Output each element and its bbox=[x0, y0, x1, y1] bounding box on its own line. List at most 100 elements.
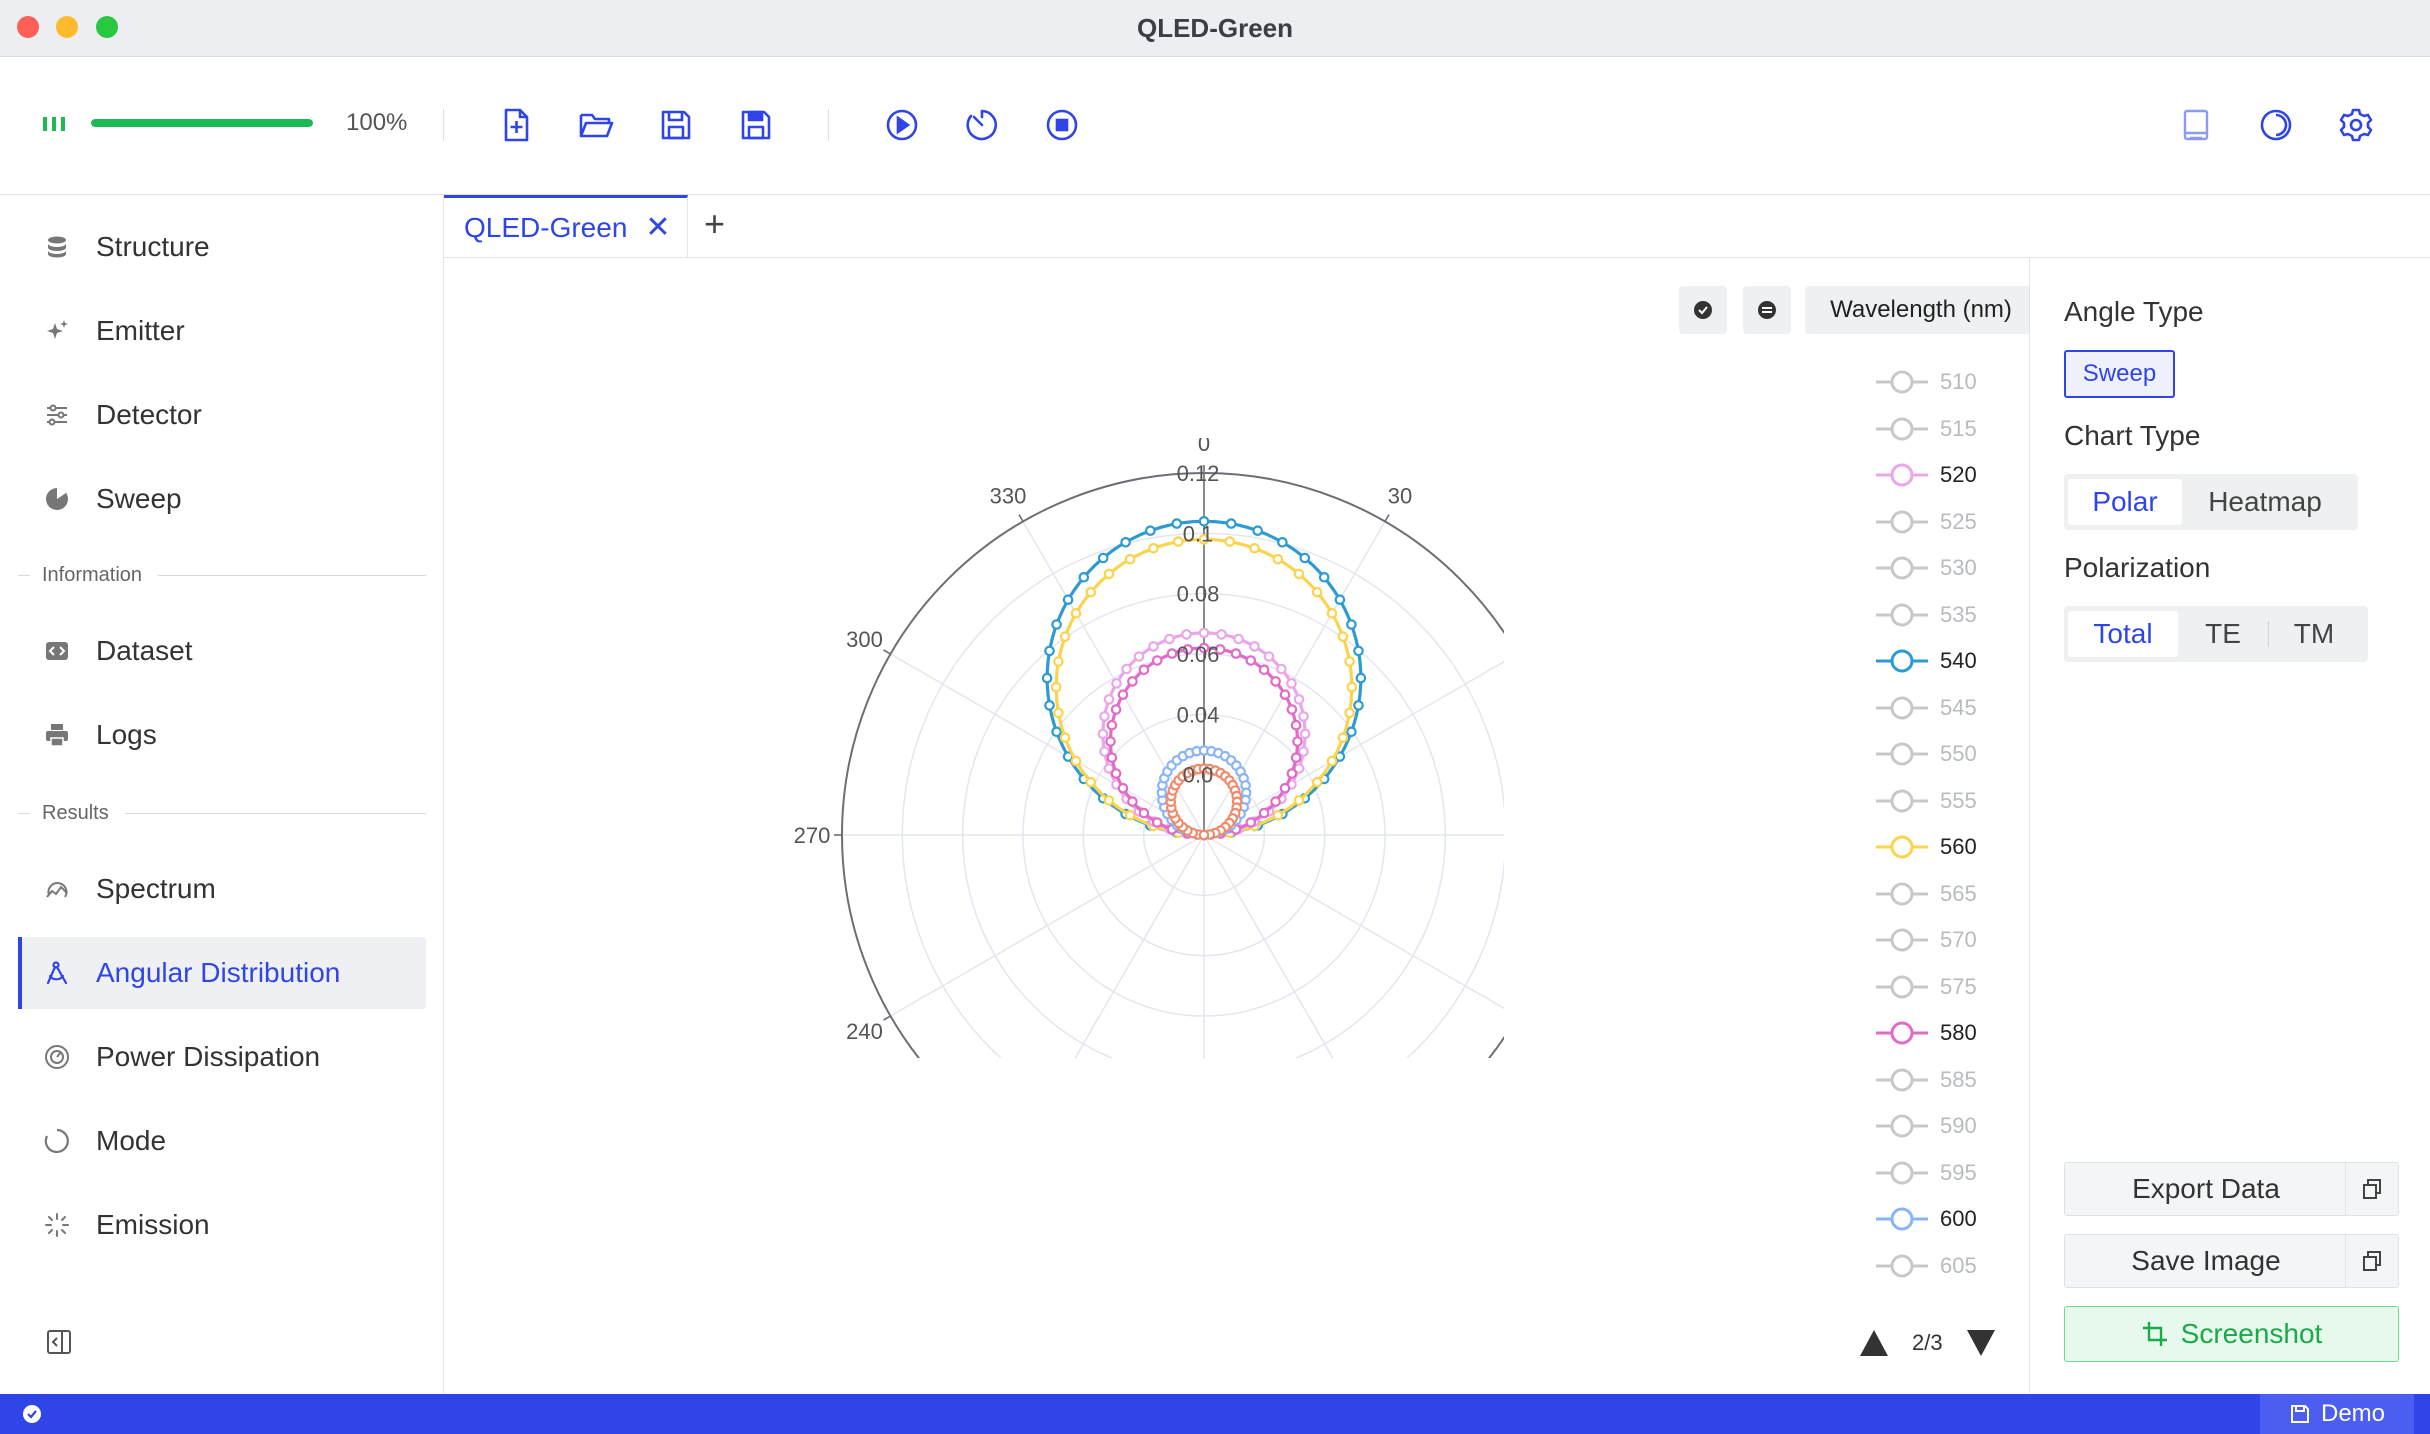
title-bar: QLED-Green bbox=[0, 0, 2430, 57]
tab-qled-green[interactable]: QLED-Green ✕ bbox=[444, 195, 688, 257]
save-image-label[interactable]: Save Image bbox=[2065, 1235, 2347, 1287]
sidebar-item-angular-distribution[interactable]: Angular Distribution bbox=[18, 937, 426, 1009]
sidebar-item-mode[interactable]: Mode bbox=[18, 1105, 426, 1177]
legend-item[interactable]: 555 bbox=[1874, 781, 2024, 821]
book-icon[interactable] bbox=[2176, 105, 2216, 145]
sidebar-item-detector[interactable]: Detector bbox=[18, 379, 426, 451]
polarization-te[interactable]: TE bbox=[2178, 611, 2268, 657]
group-results-label: Results bbox=[42, 801, 109, 824]
sidebar-item-dataset[interactable]: Dataset bbox=[18, 615, 426, 687]
copy-icon[interactable] bbox=[2345, 1235, 2398, 1287]
legend-item[interactable]: 560 bbox=[1874, 827, 2024, 867]
series-point bbox=[1258, 664, 1270, 676]
series-point bbox=[1198, 829, 1210, 841]
series-point bbox=[1050, 681, 1062, 693]
invert-selection-button[interactable] bbox=[1743, 286, 1791, 334]
series-point bbox=[1299, 728, 1311, 740]
legend-item-label: 560 bbox=[1940, 834, 1977, 859]
legend-item[interactable]: 510 bbox=[1874, 362, 2024, 402]
series-point bbox=[1151, 817, 1163, 828]
series-point bbox=[1326, 608, 1338, 619]
wavelength-toggle[interactable]: Wavelength (nm) bbox=[1805, 286, 2037, 334]
series-point bbox=[1252, 525, 1263, 536]
collapse-sidebar-icon[interactable] bbox=[44, 1327, 74, 1357]
series-point bbox=[1245, 655, 1257, 666]
save-icon[interactable] bbox=[656, 105, 696, 145]
tab-close-icon[interactable]: ✕ bbox=[645, 210, 670, 245]
open-folder-icon[interactable] bbox=[576, 105, 616, 145]
sidebar-item-spectrum[interactable]: Spectrum bbox=[18, 853, 426, 925]
sidebar-item-label: Power Dissipation bbox=[96, 1041, 321, 1072]
angle-type-sweep-button[interactable]: Sweep bbox=[2064, 350, 2175, 398]
sidebar-item-structure[interactable]: Structure bbox=[18, 211, 426, 283]
page-up-icon[interactable] bbox=[1858, 1328, 1890, 1358]
new-file-icon[interactable] bbox=[496, 105, 536, 145]
polarization-total[interactable]: Total bbox=[2068, 611, 2178, 657]
add-tab-button[interactable]: + bbox=[704, 203, 725, 245]
series-point bbox=[1110, 704, 1122, 715]
legend-item[interactable]: 550 bbox=[1874, 734, 2024, 774]
legend-item[interactable]: 525 bbox=[1874, 502, 2024, 542]
save-as-icon[interactable] bbox=[736, 105, 776, 145]
legend-item[interactable]: 515 bbox=[1874, 409, 2024, 449]
series-point bbox=[1298, 711, 1309, 722]
sidebar-item-label: Detector bbox=[96, 399, 202, 430]
polarization-segment: Total TE TM bbox=[2064, 606, 2368, 662]
legend-item[interactable]: 545 bbox=[1874, 688, 2024, 728]
chart-type-segment: Polar Heatmap bbox=[2064, 474, 2358, 530]
legend-item[interactable]: 595 bbox=[1874, 1153, 2024, 1193]
legend-item[interactable]: 585 bbox=[1874, 1060, 2024, 1100]
legend-item[interactable]: 575 bbox=[1874, 967, 2024, 1007]
legend-item[interactable]: 590 bbox=[1874, 1106, 2024, 1146]
series-point bbox=[1263, 651, 1275, 662]
copy-icon[interactable] bbox=[2345, 1163, 2398, 1215]
chart-type-polar[interactable]: Polar bbox=[2068, 479, 2182, 525]
gear-icon[interactable] bbox=[2336, 105, 2376, 145]
toolbar-separator bbox=[443, 109, 444, 141]
sidebar-item-label: Spectrum bbox=[96, 873, 216, 904]
legend-item-label: 595 bbox=[1940, 1159, 1977, 1185]
series-point bbox=[1293, 694, 1305, 705]
legend-item[interactable]: 530 bbox=[1874, 548, 2024, 588]
sidebar-item-emitter[interactable]: Emitter bbox=[18, 295, 426, 367]
sidebar-item-label: Logs bbox=[96, 719, 157, 750]
legend-item[interactable]: 570 bbox=[1874, 920, 2024, 960]
series-point bbox=[1148, 543, 1159, 554]
series-point bbox=[1085, 776, 1097, 788]
group-information: Information bbox=[18, 563, 426, 587]
series-point bbox=[1171, 518, 1183, 529]
sidebar-item-power-dissipation[interactable]: Power Dissipation bbox=[18, 1021, 426, 1093]
legend-item[interactable]: 535 bbox=[1874, 595, 2024, 635]
sidebar-item-emission[interactable]: Emission bbox=[18, 1189, 426, 1261]
series-point bbox=[1097, 552, 1109, 564]
screenshot-button[interactable]: Screenshot bbox=[2064, 1306, 2399, 1362]
legend-marker-icon bbox=[1876, 882, 1928, 905]
export-data-label[interactable]: Export Data bbox=[2065, 1163, 2347, 1215]
timer-icon[interactable] bbox=[962, 105, 1002, 145]
chart-type-heatmap[interactable]: Heatmap bbox=[2182, 479, 2348, 525]
sidebar-item-logs[interactable]: Logs bbox=[18, 699, 426, 771]
polarization-tm[interactable]: TM bbox=[2269, 611, 2359, 657]
mode-badge[interactable]: Demo bbox=[2260, 1394, 2414, 1434]
window-title: QLED-Green bbox=[1136, 13, 1294, 43]
radial-tick-label: 0.12 bbox=[1177, 461, 1220, 486]
series-point bbox=[1337, 631, 1349, 642]
sidebar-item-sweep[interactable]: Sweep bbox=[18, 463, 426, 535]
legend-item[interactable]: 600 bbox=[1874, 1199, 2024, 1239]
series-point bbox=[1151, 655, 1163, 666]
legend-item[interactable]: 565 bbox=[1874, 874, 2024, 914]
theme-icon[interactable] bbox=[2256, 105, 2296, 145]
legend-item[interactable]: 540 bbox=[1874, 641, 2024, 681]
legend-item[interactable]: 605 bbox=[1874, 1246, 2024, 1283]
page-down-icon[interactable] bbox=[1965, 1328, 1997, 1358]
legend-item[interactable]: 580 bbox=[1874, 1013, 2024, 1053]
series-point bbox=[1181, 629, 1192, 640]
legend-marker-icon bbox=[1876, 1114, 1928, 1138]
stop-icon[interactable] bbox=[1042, 105, 1082, 145]
series-point bbox=[1286, 678, 1297, 689]
run-icon[interactable] bbox=[882, 105, 922, 145]
series-point bbox=[1353, 645, 1364, 657]
sidebar-item-label: Mode bbox=[96, 1125, 167, 1156]
legend-item[interactable]: 520 bbox=[1874, 455, 2024, 495]
select-all-button[interactable] bbox=[1679, 286, 1727, 334]
